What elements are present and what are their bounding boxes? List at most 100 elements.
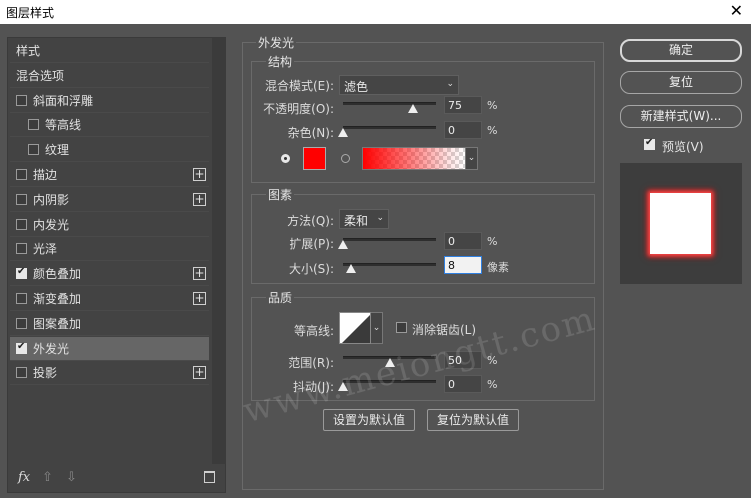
- chevron-down-icon: ⌄: [446, 79, 454, 89]
- trash-icon[interactable]: [204, 471, 215, 483]
- style-item-10-label: 渐变叠加: [33, 292, 82, 306]
- style-item-2-label: 斜面和浮雕: [33, 93, 94, 108]
- style-item-0-label: 样式: [16, 44, 41, 58]
- blend-mode-select[interactable]: 滤色 ⌄: [339, 75, 459, 95]
- add-icon[interactable]: +: [193, 192, 206, 206]
- style-item-4-label: 纹理: [45, 143, 70, 158]
- quality-title: 品质: [266, 289, 295, 306]
- add-icon[interactable]: +: [193, 168, 206, 181]
- opacity-slider-thumb[interactable]: [407, 104, 418, 113]
- size-label: 大小(S):: [288, 262, 334, 276]
- style-item-6-checkbox[interactable]: [16, 193, 27, 205]
- style-item-5-label: 描边: [33, 168, 58, 182]
- style-item-1[interactable]: 混合选项: [10, 64, 209, 88]
- opacity-slider-track[interactable]: [343, 102, 436, 105]
- fx-icon[interactable]: fx: [18, 470, 30, 485]
- contour-dropdown-icon[interactable]: ⌄: [371, 312, 383, 344]
- style-item-10-checkbox[interactable]: [16, 293, 27, 304]
- style-item-3[interactable]: 等高线: [10, 113, 209, 138]
- solid-color-radio[interactable]: [281, 154, 290, 163]
- reset-button[interactable]: 复位: [620, 71, 742, 94]
- contour-label: 等高线:: [293, 324, 334, 338]
- style-item-2-checkbox[interactable]: [16, 94, 27, 106]
- glow-color-swatch[interactable]: [303, 147, 326, 170]
- styles-list-panel: 样式混合选项斜面和浮雕等高线纹理描边 + 内阴影 + 内发光光泽颜色叠加 + 渐变叠加 + 图案…: [7, 37, 226, 493]
- style-item-5[interactable]: 描边 +: [10, 163, 209, 187]
- preview-checkbox[interactable]: [644, 137, 655, 150]
- add-icon[interactable]: +: [193, 366, 206, 380]
- style-item-6[interactable]: 内阴影 +: [10, 188, 209, 212]
- preview-label[interactable]: 预览(V): [662, 138, 704, 155]
- method-select[interactable]: 柔和 ⌄: [339, 209, 389, 229]
- style-item-8[interactable]: 光泽: [10, 237, 209, 262]
- style-item-1-label: 混合选项: [16, 68, 65, 83]
- style-item-2[interactable]: 斜面和浮雕: [10, 89, 209, 113]
- chevron-down-icon: ⌄: [376, 213, 384, 223]
- method-value: 柔和: [344, 214, 369, 228]
- style-item-6-label: 内阴影: [33, 192, 70, 207]
- antialias-checkbox[interactable]: [396, 322, 407, 333]
- close-icon[interactable]: ✕: [730, 1, 743, 21]
- gradient-dropdown-icon[interactable]: ⌄: [466, 147, 478, 170]
- noise-input[interactable]: 0: [444, 121, 482, 139]
- style-item-5-checkbox[interactable]: [16, 169, 27, 180]
- move-down-icon[interactable]: ⇩: [66, 470, 77, 485]
- blend-mode-value: 滤色: [344, 80, 369, 94]
- style-item-4-checkbox[interactable]: [28, 144, 39, 156]
- style-item-12-checkbox[interactable]: [16, 341, 27, 354]
- new-style-button[interactable]: 新建样式(W)...: [620, 105, 742, 128]
- style-item-12[interactable]: 外发光: [10, 336, 209, 361]
- size-slider-thumb[interactable]: [346, 264, 356, 273]
- add-icon[interactable]: +: [193, 292, 206, 305]
- size-unit: 像素: [487, 261, 509, 274]
- style-item-12-label: 外发光: [33, 341, 70, 356]
- style-item-13-checkbox[interactable]: [16, 367, 27, 379]
- spread-unit: %: [487, 235, 498, 248]
- jitter-input[interactable]: 0: [444, 375, 482, 393]
- style-item-10[interactable]: 渐变叠加 +: [10, 287, 209, 311]
- make-default-button[interactable]: 设置为默认值: [323, 409, 415, 431]
- style-item-0[interactable]: 样式: [10, 39, 209, 63]
- opacity-unit: %: [487, 99, 498, 112]
- opacity-label: 不透明度(O):: [263, 102, 334, 116]
- noise-slider-thumb[interactable]: [338, 128, 348, 137]
- ok-button[interactable]: 确定: [620, 39, 742, 62]
- style-item-4[interactable]: 纹理: [10, 138, 209, 163]
- style-item-9-checkbox[interactable]: [16, 266, 27, 280]
- window-title: 图层样式: [6, 6, 55, 20]
- spread-label: 扩展(P):: [289, 237, 334, 251]
- noise-unit: %: [487, 124, 498, 137]
- add-icon[interactable]: +: [193, 267, 206, 281]
- style-item-11-label: 图案叠加: [33, 316, 82, 331]
- reset-default-button[interactable]: 复位为默认值: [427, 409, 519, 431]
- spread-input[interactable]: 0: [444, 232, 482, 250]
- jitter-unit: %: [487, 378, 498, 391]
- style-item-11-checkbox[interactable]: [16, 317, 27, 329]
- spread-slider-track[interactable]: [343, 238, 436, 241]
- gradient-radio[interactable]: [341, 154, 350, 163]
- style-item-8-checkbox[interactable]: [16, 243, 27, 255]
- size-input[interactable]: 8: [444, 256, 482, 274]
- style-item-8-label: 光泽: [33, 242, 58, 257]
- style-item-9[interactable]: 颜色叠加 +: [10, 262, 209, 287]
- style-item-7-checkbox[interactable]: [16, 218, 27, 230]
- glow-gradient-swatch[interactable]: [362, 147, 466, 170]
- spread-slider-thumb[interactable]: [338, 240, 348, 249]
- outer-glow-title: 外发光: [256, 34, 297, 51]
- title-bar: 图层样式 ✕: [0, 0, 751, 24]
- size-slider-track[interactable]: [343, 263, 436, 266]
- style-item-3-label: 等高线: [45, 118, 82, 133]
- contour-preview[interactable]: [339, 312, 371, 344]
- elements-title: 图素: [266, 186, 295, 203]
- opacity-input[interactable]: 75: [444, 96, 482, 114]
- range-label: 范围(R):: [288, 356, 334, 370]
- style-item-7[interactable]: 内发光: [10, 213, 209, 237]
- style-item-7-label: 内发光: [33, 217, 70, 232]
- style-preview: [620, 163, 742, 284]
- style-item-3-checkbox[interactable]: [28, 119, 39, 131]
- style-item-13[interactable]: 投影 +: [10, 361, 209, 386]
- style-item-11[interactable]: 图案叠加: [10, 312, 209, 336]
- move-up-icon[interactable]: ⇧: [42, 470, 53, 485]
- noise-slider-track[interactable]: [343, 126, 436, 129]
- styles-list-scrollbar[interactable]: [212, 38, 226, 464]
